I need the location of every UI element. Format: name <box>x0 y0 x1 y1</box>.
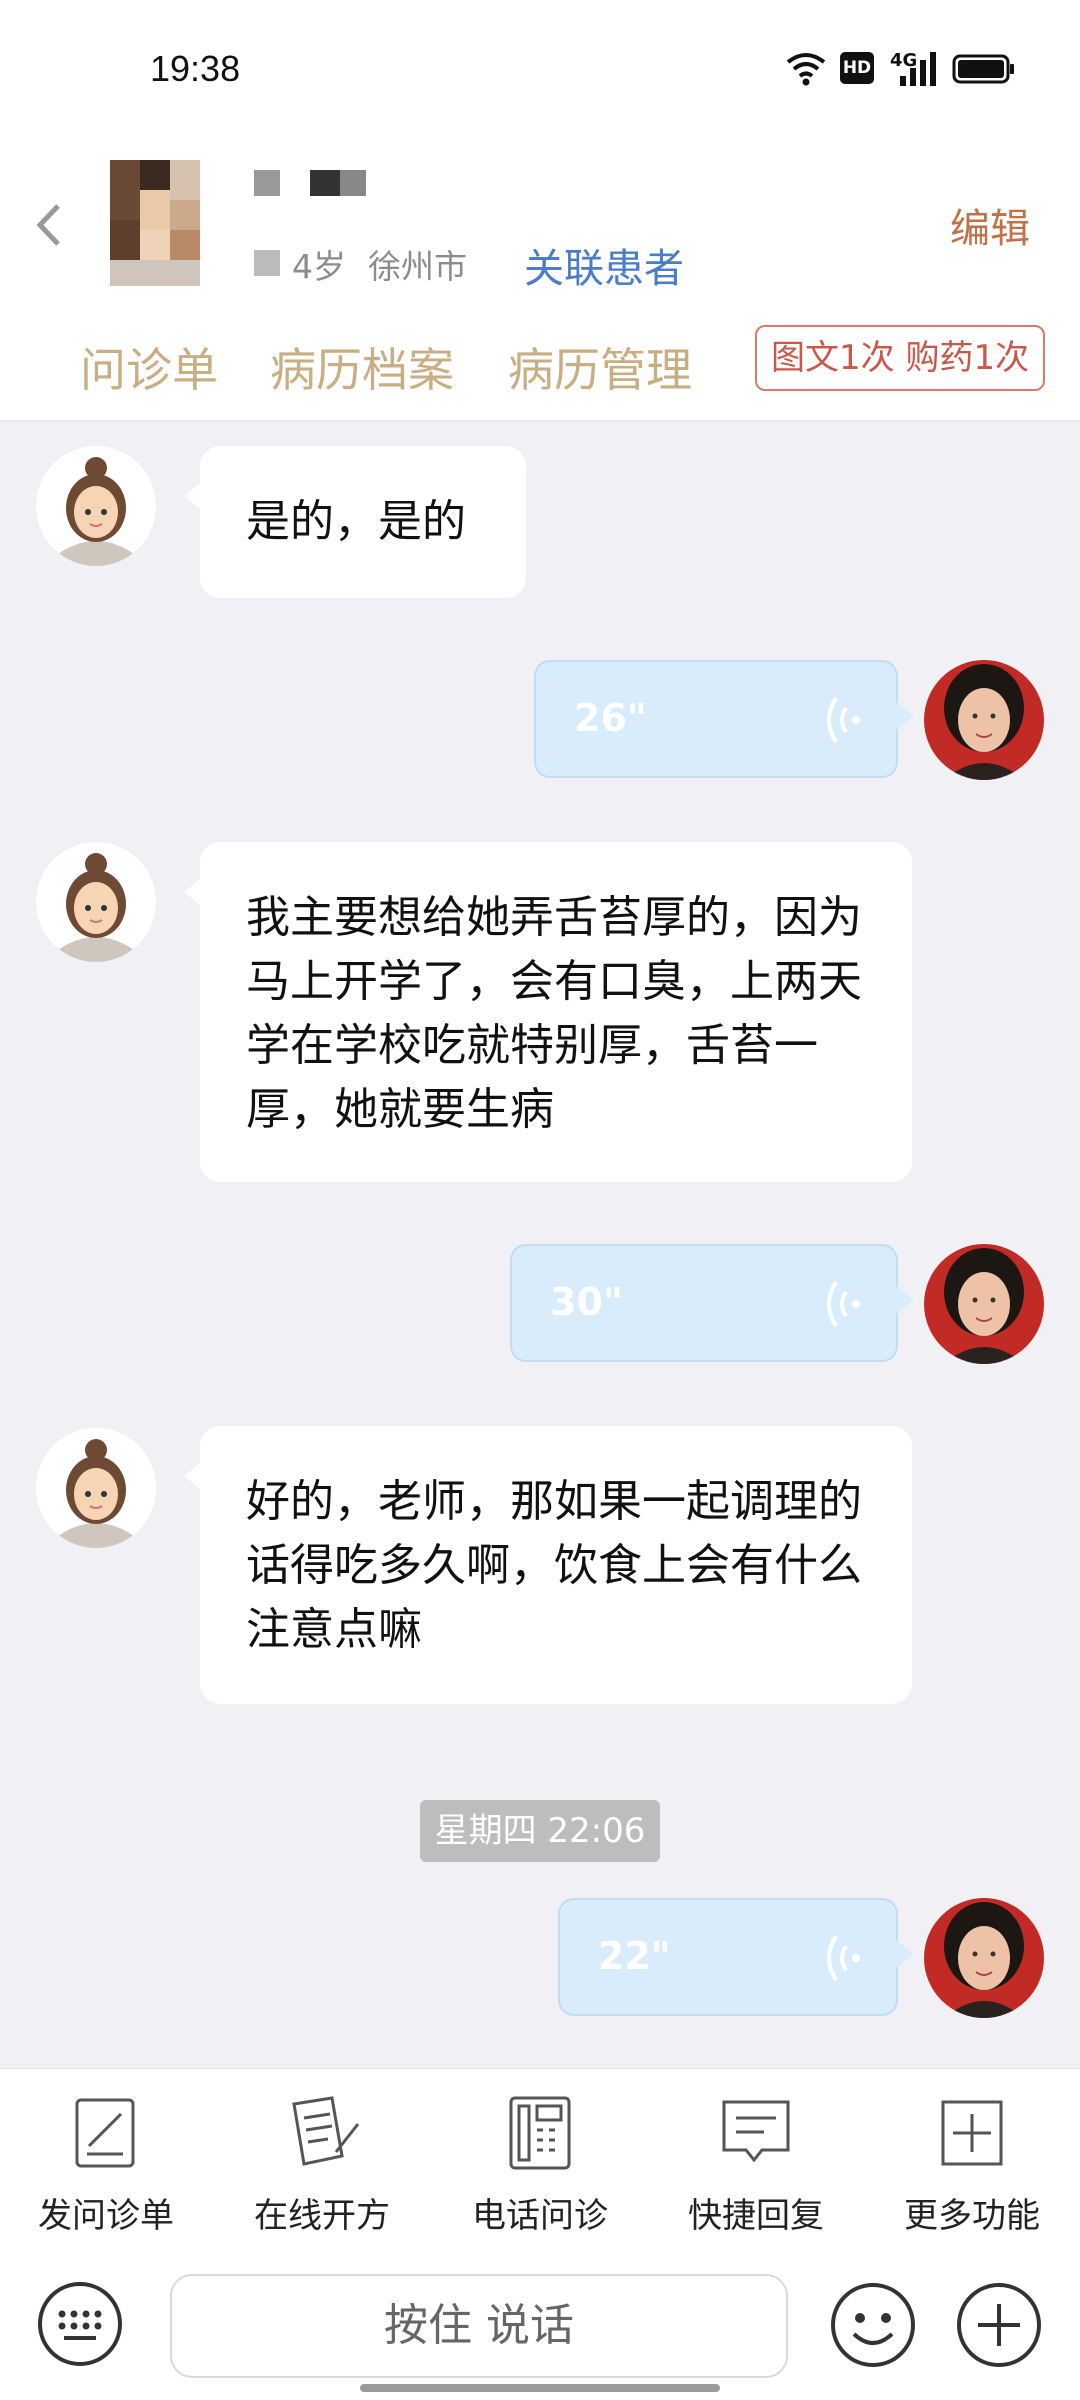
doctor-avatar[interactable] <box>924 1898 1044 2018</box>
tab-records-management[interactable]: 病历管理 <box>508 334 692 400</box>
doctor-avatar[interactable] <box>924 1244 1044 1364</box>
more-icon <box>941 2100 1003 2166</box>
plus-icon[interactable] <box>954 2280 1044 2370</box>
form-icon <box>75 2098 135 2168</box>
voice-duration: 22" <box>598 1934 671 1978</box>
quick-reply-button[interactable]: 快捷回复 <box>656 2094 856 2244</box>
home-indicator[interactable] <box>360 2384 720 2392</box>
service-quota-badge[interactable]: 图文1次 购药1次 <box>755 325 1046 391</box>
voice-duration: 26" <box>574 696 647 740</box>
voice-message-2[interactable]: 30" <box>510 1244 914 1362</box>
gender-icon <box>254 250 280 276</box>
link-patient-button[interactable]: 关联患者 <box>524 236 684 294</box>
tab-medical-records[interactable]: 病历档案 <box>270 334 454 400</box>
phone-icon <box>509 2096 571 2170</box>
more-functions-button[interactable]: 更多功能 <box>872 2094 1072 2244</box>
patient-chat-avatar[interactable] <box>36 842 156 962</box>
prescription-icon <box>292 2096 360 2166</box>
voice-message-1[interactable]: 26" <box>534 660 914 778</box>
battery-icon <box>952 54 1014 84</box>
toolbar-label: 发问诊单 <box>38 2196 174 2236</box>
send-inquiry-form-button[interactable]: 发问诊单 <box>6 2094 206 2244</box>
voice-wave-icon <box>827 696 860 744</box>
toolbar-label: 在线开方 <box>254 2196 390 2236</box>
edit-button[interactable]: 编辑 <box>950 196 1030 254</box>
voice-message-3[interactable]: 22" <box>558 1898 914 2016</box>
patient-chat-avatar[interactable] <box>36 446 156 566</box>
voice-wave-icon <box>827 1934 860 1982</box>
signal-icon <box>900 52 936 86</box>
patient-name-masked <box>254 170 366 196</box>
wifi-icon <box>786 53 826 86</box>
doctor-avatar[interactable] <box>924 660 1044 780</box>
message-bubble-1[interactable]: 是的，是的 <box>184 446 526 598</box>
message-timestamp: 星期四 22:06 <box>420 1800 660 1862</box>
keyboard-icon[interactable] <box>36 2280 124 2368</box>
emoji-icon[interactable] <box>828 2280 918 2370</box>
message-bubble-2[interactable]: 我主要想给她弄舌苔厚的，因为马上开学了，会有口臭，上两天学在学校吃就特别厚，舌苔… <box>184 842 912 1182</box>
hold-to-talk-button[interactable]: 按住 说话 <box>170 2274 788 2378</box>
quick-reply-icon <box>722 2100 790 2163</box>
online-prescription-button[interactable]: 在线开方 <box>222 2094 422 2244</box>
voice-wave-icon <box>827 1280 860 1328</box>
patient-age: 4岁 <box>292 247 346 286</box>
message-bubble-3[interactable]: 好的，老师，那如果一起调理的话得吃多久啊，饮食上会有什么注意点嘛 <box>184 1426 912 1704</box>
patient-city: 徐州市 <box>368 247 467 286</box>
toolbar-label: 电话问诊 <box>472 2196 608 2236</box>
voice-duration: 30" <box>550 1280 623 1324</box>
phone-consultation-button[interactable]: 电话问诊 <box>440 2094 640 2244</box>
toolbar-label: 更多功能 <box>904 2196 1040 2236</box>
tab-inquiry-form[interactable]: 问诊单 <box>80 334 218 400</box>
toolbar-label: 快捷回复 <box>688 2196 824 2236</box>
patient-chat-avatar[interactable] <box>36 1428 156 1548</box>
status-time: 19:38 <box>150 48 241 89</box>
back-icon[interactable] <box>30 200 70 250</box>
hd-badge: HD <box>840 52 874 84</box>
patient-avatar[interactable] <box>110 160 200 286</box>
